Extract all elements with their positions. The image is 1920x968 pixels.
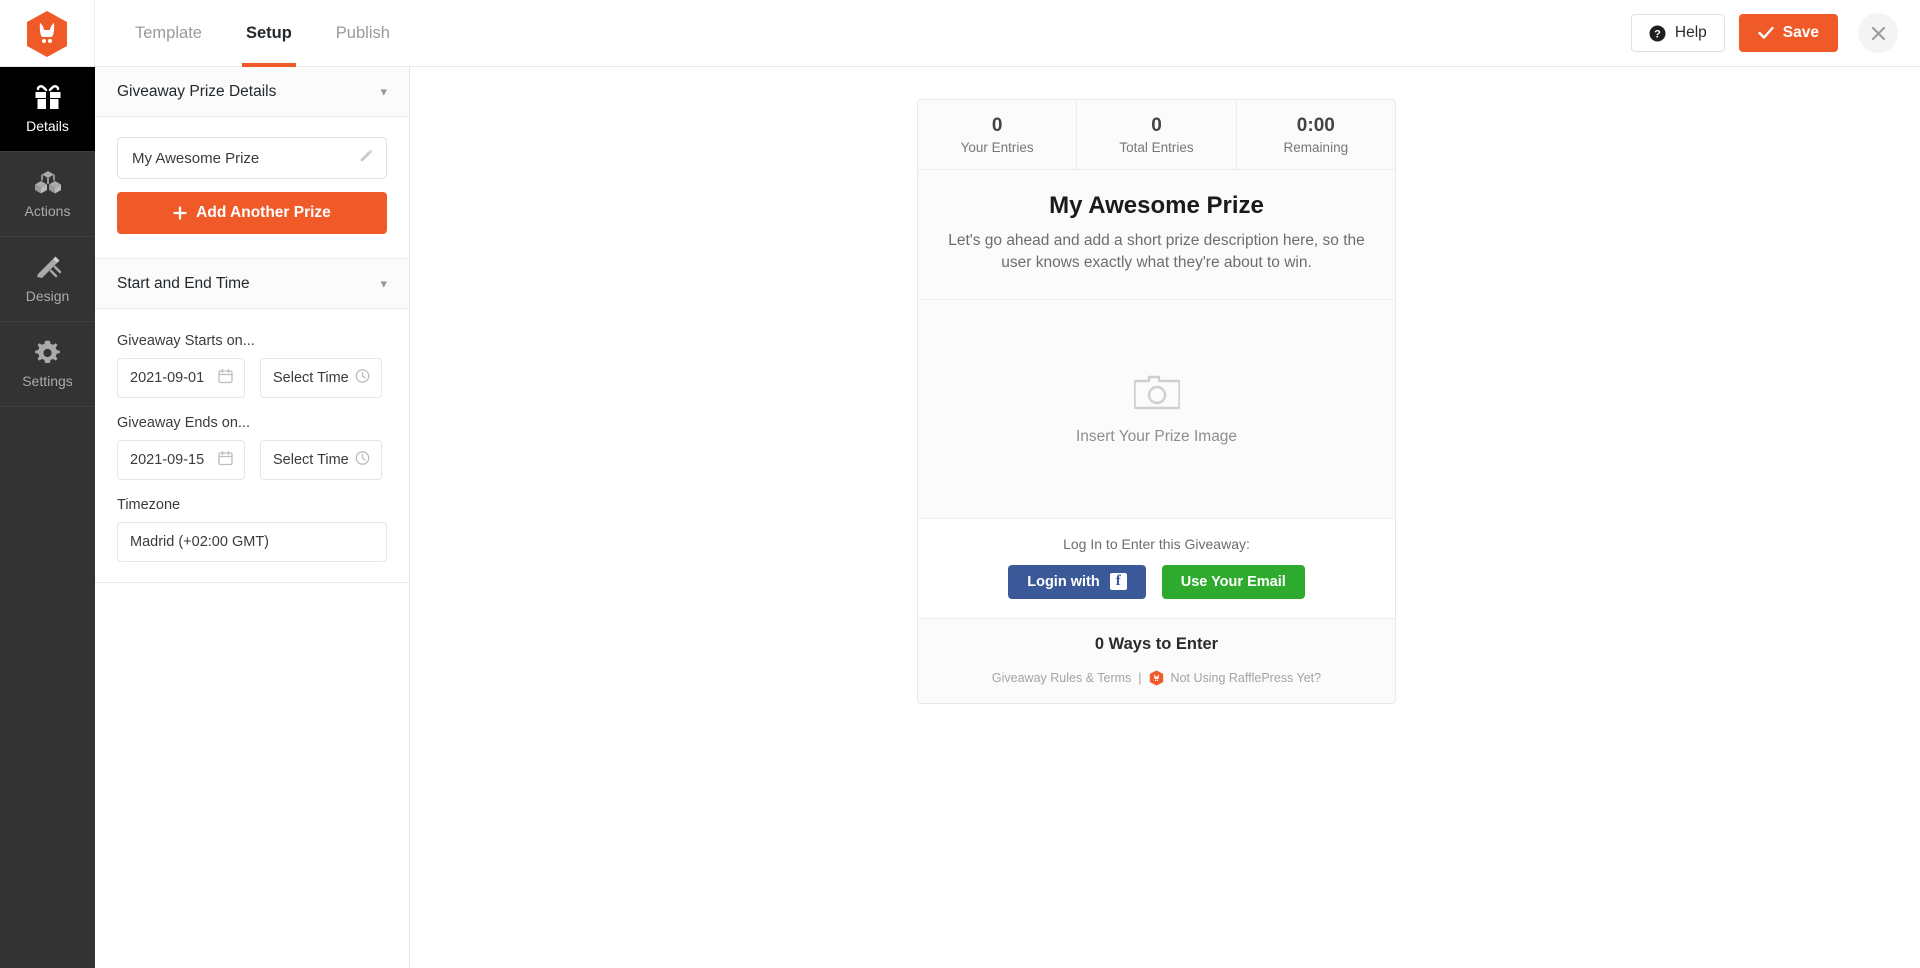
timezone-value: Madrid (+02:00 GMT) (130, 534, 270, 550)
timezone-label: Timezone (117, 497, 181, 513)
prize-image-dropzone[interactable]: Insert Your Prize Image (918, 298, 1395, 518)
tab-setup[interactable]: Setup (224, 0, 314, 67)
sidebar-rail: Details Actions Design Settings (0, 67, 95, 968)
app-logo[interactable] (0, 0, 95, 67)
start-date-input[interactable]: 2021-09-01 (117, 358, 245, 398)
widget-prize-header: My Awesome Prize Let's go ahead and add … (918, 169, 1395, 299)
widget-stats-bar: 0 Your Entries 0 Total Entries 0:00 Rema… (918, 100, 1395, 169)
total-entries-value: 0 (1151, 115, 1162, 136)
close-icon (1871, 26, 1885, 40)
start-time-value: Select Time (273, 370, 349, 386)
start-end-time-section-header[interactable]: Start and End Time ▾ (95, 259, 409, 309)
save-label: Save (1782, 24, 1819, 41)
chevron-down-icon[interactable]: ▾ (380, 84, 387, 100)
prize-details-title: Giveaway Prize Details (117, 82, 277, 100)
remaining-value: 0:00 (1296, 115, 1335, 136)
add-another-prize-button[interactable]: Add Another Prize (117, 192, 387, 234)
prize-details-body: My Awesome Prize Add Another Prize (95, 117, 409, 259)
sidebar-label-details: Details (26, 117, 69, 134)
rafflepress-promo-link[interactable]: Not Using RafflePress Yet? (1171, 671, 1322, 685)
sidebar-item-design[interactable]: Design (0, 237, 95, 322)
help-label: Help (1674, 24, 1707, 41)
login-block: Log In to Enter this Giveaway: Login wit… (918, 517, 1395, 618)
end-date-label: Giveaway Ends on... (117, 415, 250, 431)
pencil-icon[interactable] (359, 149, 374, 168)
svg-text:?: ? (1654, 28, 1661, 40)
start-date-label: Giveaway Starts on... (117, 333, 255, 349)
add-prize-label: Add Another Prize (196, 204, 331, 221)
camera-icon (1133, 376, 1180, 410)
tab-publish[interactable]: Publish (314, 0, 412, 67)
sidebar-item-actions[interactable]: Actions (0, 152, 95, 237)
facebook-icon: f (1109, 573, 1127, 591)
chevron-down-icon[interactable]: ▾ (380, 276, 387, 292)
timezone-select[interactable]: Madrid (+02:00 GMT) (117, 522, 387, 562)
end-time-value: Select Time (273, 452, 349, 468)
pencil-ruler-icon (36, 256, 61, 278)
stat-total-entries: 0 Total Entries (1077, 100, 1237, 169)
clock-icon[interactable] (355, 369, 370, 388)
login-buttons: Login with f Use Your Email (918, 564, 1395, 599)
check-icon (1758, 26, 1774, 39)
sidebar-label-settings: Settings (22, 372, 73, 389)
help-button[interactable]: ? Help (1630, 14, 1725, 52)
question-circle-icon: ? (1649, 25, 1666, 41)
prize-image-placeholder-text: Insert Your Prize Image (1075, 428, 1238, 446)
start-row: 2021-09-01 Select Time (117, 358, 387, 398)
prize-name-input[interactable]: My Awesome Prize (117, 137, 387, 179)
prize-name-value: My Awesome Prize (132, 149, 260, 167)
sidebar-label-actions: Actions (24, 202, 71, 219)
remaining-label: Remaining (1283, 140, 1349, 155)
facebook-login-button[interactable]: Login with f (1008, 564, 1146, 599)
clock-icon[interactable] (355, 451, 370, 470)
end-date-value: 2021-09-15 (130, 452, 205, 468)
end-date-input[interactable]: 2021-09-15 (117, 440, 245, 480)
end-time-input[interactable]: Select Time (260, 440, 382, 480)
sidebar-item-settings[interactable]: Settings (0, 322, 95, 407)
gear-icon (35, 340, 60, 363)
widget-prize-description: Let's go ahead and add a short prize des… (948, 232, 1365, 272)
end-row: 2021-09-15 Select Time (117, 440, 387, 480)
giveaway-widget-preview: 0 Your Entries 0 Total Entries 0:00 Rema… (917, 99, 1396, 704)
calendar-icon[interactable] (218, 450, 233, 470)
login-prompt: Log In to Enter this Giveaway: (1063, 535, 1250, 552)
top-bar: Template Setup Publish ? Help Save (0, 0, 1920, 67)
stat-remaining: 0:00 Remaining (1237, 100, 1395, 169)
settings-panel: Giveaway Prize Details ▾ My Awesome Priz… (95, 67, 410, 968)
sidebar-item-details[interactable]: Details (0, 67, 95, 152)
giveaway-rules-link[interactable]: Giveaway Rules & Terms (992, 671, 1131, 685)
widget-prize-title: My Awesome Prize (1049, 192, 1264, 219)
preview-canvas: 0 Your Entries 0 Total Entries 0:00 Rema… (410, 67, 1920, 968)
rafflepress-bunny-logo (1149, 670, 1163, 686)
start-end-time-body: Giveaway Starts on... 2021-09-01 Select … (95, 309, 409, 583)
footer-separator: | (1138, 670, 1142, 685)
gift-icon (35, 84, 60, 110)
prize-details-section-header[interactable]: Giveaway Prize Details ▾ (95, 67, 409, 117)
top-actions: ? Help Save (1630, 0, 1920, 66)
total-entries-label: Total Entries (1119, 140, 1194, 155)
calendar-icon[interactable] (218, 368, 233, 388)
start-end-time-title: Start and End Time (117, 274, 250, 292)
your-entries-label: Your Entries (960, 140, 1034, 155)
stat-your-entries: 0 Your Entries (918, 100, 1078, 169)
email-login-button[interactable]: Use Your Email (1161, 564, 1305, 599)
facebook-login-label: Login with (1027, 573, 1100, 590)
start-date-value: 2021-09-01 (130, 370, 205, 386)
save-button[interactable]: Save (1738, 14, 1838, 52)
widget-footer: Giveaway Rules & Terms | Not Using Raffl… (918, 669, 1395, 703)
cubes-icon (34, 170, 61, 193)
your-entries-value: 0 (991, 115, 1003, 136)
rafflepress-bunny-logo (27, 10, 67, 57)
close-button[interactable] (1858, 13, 1898, 53)
sidebar-label-design: Design (25, 287, 70, 304)
start-time-input[interactable]: Select Time (260, 358, 382, 398)
ways-to-enter-count: 0 Ways to Enter (918, 617, 1395, 670)
tab-template[interactable]: Template (113, 0, 224, 67)
plus-icon (173, 206, 187, 220)
editor-tabs: Template Setup Publish (113, 0, 412, 67)
